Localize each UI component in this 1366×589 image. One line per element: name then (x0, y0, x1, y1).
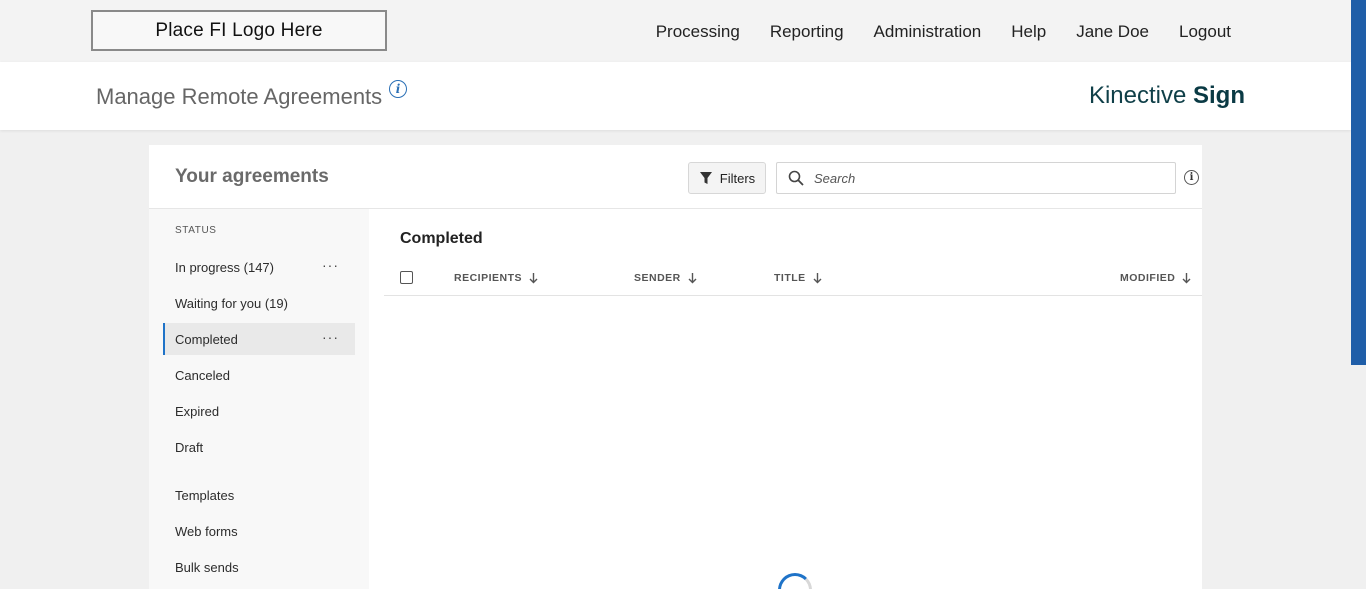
section-title: Completed (400, 230, 483, 247)
column-label: SENDER (634, 272, 681, 284)
card-title: Your agreements (175, 166, 329, 187)
loading-spinner-icon (778, 573, 812, 589)
ellipsis-icon[interactable]: ··· (322, 330, 339, 344)
sidebar-item-expired[interactable]: Expired (163, 395, 355, 427)
page-title: Manage Remote Agreements (96, 84, 383, 109)
search-info-icon[interactable]: i (1184, 170, 1199, 185)
sidebar-item-draft[interactable]: Draft (163, 431, 355, 463)
nav-administration[interactable]: Administration (874, 22, 982, 42)
sidebar-item-in-progress[interactable]: In progress (147) ··· (163, 251, 355, 283)
agreements-card: Your agreements Filters i STATUS In prog… (149, 145, 1202, 589)
arrow-down-icon (1182, 272, 1191, 283)
sidebar-item-label: Templates (175, 487, 235, 503)
table-header: RECIPIENTS SENDER TITLE MODIFIED (384, 261, 1202, 296)
filters-button-label: Filters (719, 170, 756, 186)
column-sender[interactable]: SENDER (634, 272, 697, 284)
column-label: TITLE (774, 272, 806, 284)
filters-button[interactable]: Filters (688, 162, 766, 194)
sidebar-item-label: Completed (175, 331, 238, 347)
status-heading: STATUS (175, 225, 217, 236)
info-icon[interactable]: i (389, 80, 407, 98)
select-all-checkbox[interactable] (400, 271, 413, 284)
brand-logo: Kinective Sign (1089, 82, 1245, 110)
column-label: RECIPIENTS (454, 272, 523, 284)
sub-header: Manage Remote Agreements i Kinective Sig… (0, 62, 1351, 130)
sidebar-item-web-forms[interactable]: Web forms (163, 515, 355, 547)
agreements-list: Completed RECIPIENTS SENDER TITLE MODIFI… (384, 209, 1202, 589)
nav-logout[interactable]: Logout (1179, 22, 1231, 42)
top-nav: Processing Reporting Administration Help… (626, 22, 1231, 42)
nav-user-name[interactable]: Jane Doe (1076, 22, 1149, 42)
brand-name-light: Kinective (1088, 82, 1187, 109)
filter-icon (699, 172, 712, 184)
sidebar-item-templates[interactable]: Templates (163, 479, 355, 511)
search-field[interactable] (776, 162, 1176, 194)
column-recipients[interactable]: RECIPIENTS (454, 272, 538, 284)
ellipsis-icon[interactable]: ··· (322, 258, 339, 272)
nav-help[interactable]: Help (1011, 22, 1046, 42)
nav-reporting[interactable]: Reporting (770, 22, 844, 42)
arrow-down-icon (529, 272, 538, 283)
nav-processing[interactable]: Processing (656, 22, 740, 42)
arrow-down-icon (688, 272, 697, 283)
sidebar-item-completed[interactable]: Completed ··· (163, 323, 355, 355)
scrollbar-thumb[interactable] (1351, 0, 1366, 365)
status-sidebar: STATUS In progress (147) ··· Waiting for… (149, 209, 369, 589)
page-scrollbar[interactable] (1351, 0, 1366, 589)
sidebar-item-label: Draft (175, 439, 204, 455)
sidebar-item-label: Bulk sends (175, 559, 239, 575)
sidebar-item-label: In progress (147) (175, 259, 274, 275)
card-header: Your agreements Filters i (149, 145, 1202, 209)
sidebar-item-label: Web forms (175, 523, 238, 539)
sidebar-item-bulk-sends[interactable]: Bulk sends (163, 551, 355, 583)
sidebar-item-label: Waiting for you (19) (175, 295, 288, 311)
search-input[interactable] (812, 169, 1156, 187)
brand-name-bold: Sign (1193, 82, 1245, 109)
column-title[interactable]: TITLE (774, 272, 822, 284)
top-bar: Place FI Logo Here Processing Reporting … (0, 0, 1351, 62)
column-modified[interactable]: MODIFIED (1120, 272, 1191, 284)
sidebar-item-canceled[interactable]: Canceled (163, 359, 355, 391)
sidebar-item-label: Canceled (175, 367, 230, 383)
sidebar-item-waiting-for-you[interactable]: Waiting for you (19) (163, 287, 355, 319)
column-label: MODIFIED (1120, 272, 1176, 284)
logo-placeholder: Place FI Logo Here (91, 10, 387, 51)
arrow-down-icon (813, 272, 822, 283)
search-icon (788, 170, 804, 186)
sidebar-item-label: Expired (175, 403, 220, 419)
